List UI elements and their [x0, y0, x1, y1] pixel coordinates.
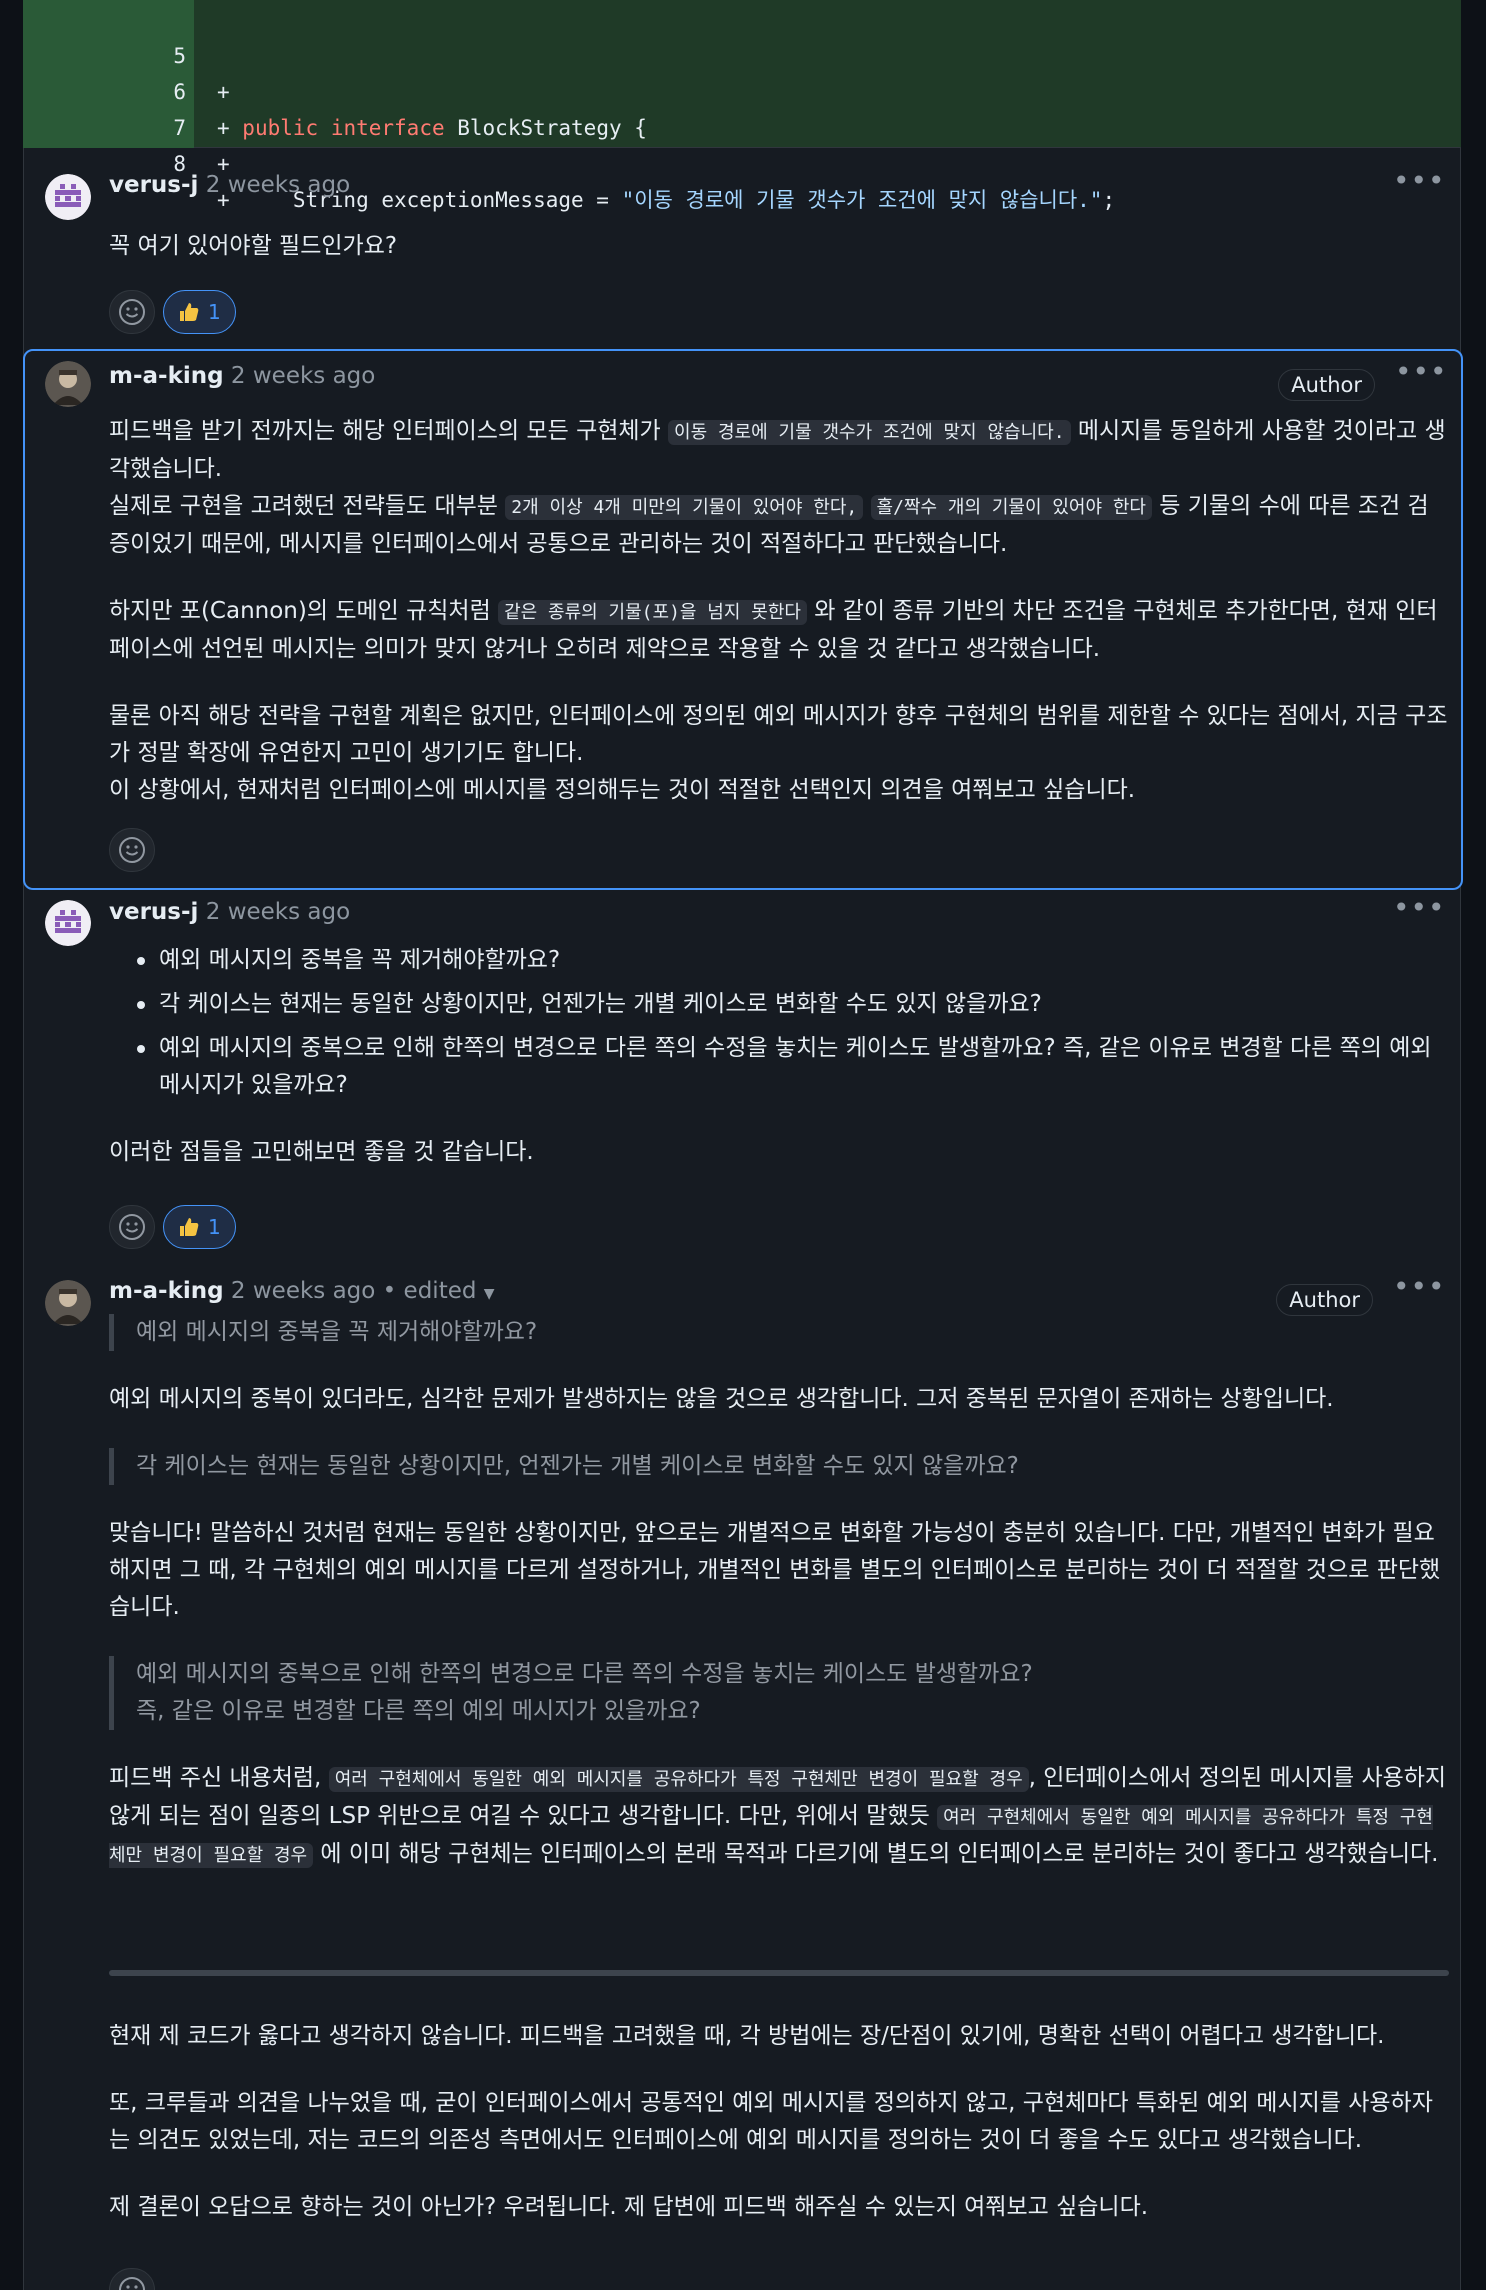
- comment-body: 꼭 여기 있어야할 필드인가요?: [109, 233, 398, 259]
- inline-code: 여러 구현체에서 동일한 예외 메시지를 공유하다가 특정 구현체만 변경이 필…: [328, 1767, 1029, 1792]
- review-comment: m-a-king 2 weeks ago • edited ▼ Author •…: [23, 1262, 1461, 2290]
- smiley-icon: [119, 299, 145, 325]
- author-link[interactable]: m-a-king: [109, 363, 224, 389]
- avatar[interactable]: [45, 361, 91, 407]
- add-reaction-button[interactable]: [109, 828, 155, 872]
- more-options-icon[interactable]: •••: [1395, 358, 1447, 391]
- diff-line: 5 +: [23, 2, 1461, 104]
- comment-body-continued: 현재 제 코드가 옳다고 생각하지 않습니다. 피드백을 고려했을 때, 각 방…: [109, 2018, 1449, 2226]
- list-item: 각 케이스는 현재는 동일한 상황이지만, 언젠가는 개별 케이스로 변화할 수…: [109, 986, 1449, 1023]
- diff-line: 7 +: [23, 74, 1461, 176]
- comment-header: verus-j 2 weeks ago: [109, 897, 350, 927]
- author-link[interactable]: verus-j: [109, 899, 198, 925]
- edited-history-dropdown[interactable]: • edited ▼: [383, 1278, 495, 1304]
- paragraph: 또, 크루들과 의견을 나누었을 때, 굳이 인터페이스에서 공통적인 예외 메…: [109, 2090, 1433, 2153]
- reactions: 1: [109, 1205, 236, 1249]
- comment-body: 피드백을 받기 전까지는 해당 인터페이스의 모든 구현체가 이동 경로에 기물…: [109, 413, 1449, 809]
- review-comment: verus-j 2 weeks ago ••• 예외 메시지의 중복을 꼭 제거…: [23, 890, 1461, 1260]
- horizontal-rule: [109, 1970, 1449, 1976]
- author-link[interactable]: m-a-king: [109, 1278, 224, 1304]
- timestamp[interactable]: 2 weeks ago: [206, 172, 350, 198]
- reaction-count: 1: [208, 1215, 221, 1239]
- thumbs-up-icon: [180, 1218, 199, 1236]
- bullet-list: 예외 메시지의 중복을 꼭 제거해야할까요? 각 케이스는 현재는 동일한 상황…: [109, 942, 1449, 1104]
- inline-code: 2개 이상 4개 미만의 기물이 있어야 한다,: [505, 495, 864, 520]
- thumbs-up-reaction[interactable]: 1: [163, 290, 236, 334]
- reaction-count: 1: [208, 300, 221, 324]
- smiley-icon: [119, 837, 145, 863]
- paragraph: 이러한 점들을 고민해보면 좋을 것 같습니다.: [109, 1139, 534, 1165]
- reactions: [109, 2268, 155, 2290]
- inline-code: 같은 종류의 기물(포)을 넘지 못한다: [498, 600, 807, 625]
- inline-code: 이동 경로에 기물 갯수가 조건에 맞지 않습니다.: [668, 420, 1071, 445]
- paragraph: 예외 메시지의 중복이 있더라도, 심각한 문제가 발생하지는 않을 것으로 생…: [109, 1386, 1334, 1412]
- author-badge: Author: [1276, 1284, 1373, 1316]
- blockquote: 각 케이스는 현재는 동일한 상황이지만, 언젠가는 개별 케이스로 변화할 수…: [109, 1448, 1449, 1485]
- list-item: 예외 메시지의 중복으로 인해 한쪽의 변경으로 다른 쪽의 수정을 놓치는 케…: [109, 1030, 1449, 1104]
- blockquote: 예외 메시지의 중복으로 인해 한쪽의 변경으로 다른 쪽의 수정을 놓치는 케…: [109, 1656, 1449, 1730]
- add-reaction-button[interactable]: [109, 2268, 155, 2290]
- paragraph: 피드백 주신 내용처럼, 여러 구현체에서 동일한 예외 메시지를 공유하다가 …: [109, 1765, 1447, 1868]
- comment-header: verus-j 2 weeks ago: [109, 170, 350, 200]
- photo-avatar-icon: [45, 1280, 91, 1326]
- more-options-icon[interactable]: •••: [1393, 167, 1445, 200]
- comment-body: 예외 메시지의 중복을 꼭 제거해야할까요? 각 케이스는 현재는 동일한 상황…: [109, 942, 1449, 1171]
- diff-line: 6 + public interface BlockStrategy {: [23, 38, 1461, 140]
- diff-hunk: 5 + 6 + public interface BlockStrategy {…: [23, 0, 1461, 212]
- avatar[interactable]: [45, 1280, 91, 1326]
- avatar[interactable]: [45, 174, 91, 220]
- author-badge: Author: [1278, 369, 1375, 401]
- paragraph: 하지만 포(Cannon)의 도메인 규칙처럼 같은 종류의 기물(포)을 넘지…: [109, 598, 1438, 662]
- list-item: 예외 메시지의 중복을 꼭 제거해야할까요?: [109, 942, 1449, 979]
- diff-line: 8 + String exceptionMessage = "이동 경로에 기물…: [23, 110, 1461, 212]
- comment-header: m-a-king 2 weeks ago • edited ▼: [109, 1276, 495, 1306]
- paragraph: 피드백을 받기 전까지는 해당 인터페이스의 모든 구현체가 이동 경로에 기물…: [109, 418, 1446, 482]
- more-options-icon[interactable]: •••: [1393, 894, 1445, 927]
- timestamp[interactable]: 2 weeks ago: [206, 899, 350, 925]
- timestamp[interactable]: 2 weeks ago: [231, 363, 375, 389]
- review-comment-highlighted: m-a-king 2 weeks ago Author ••• 피드백을 받기 …: [23, 349, 1463, 890]
- author-link[interactable]: verus-j: [109, 172, 198, 198]
- inline-code: 홀/짝수 개의 기물이 있어야 한다: [870, 495, 1152, 520]
- photo-avatar-icon: [45, 361, 91, 407]
- add-reaction-button[interactable]: [109, 1205, 155, 1249]
- thumbs-up-icon: [180, 303, 199, 321]
- paragraph: 물론 아직 해당 전략을 구현할 계획은 없지만, 인터페이스에 정의된 예외 …: [109, 703, 1448, 766]
- pr-review-thread: 5 + 6 + public interface BlockStrategy {…: [0, 0, 1486, 2290]
- paragraph: 제 결론이 오답으로 향하는 것이 아닌가? 우려됩니다. 제 답변에 피드백 …: [109, 2194, 1149, 2220]
- paragraph: 맞습니다! 말씀하신 것처럼 현재는 동일한 상황이지만, 앞으로는 개별적으로…: [109, 1520, 1441, 1620]
- more-options-icon[interactable]: •••: [1393, 1273, 1445, 1306]
- paragraph: 현재 제 코드가 옳다고 생각하지 않습니다. 피드백을 고려했을 때, 각 방…: [109, 2023, 1385, 2049]
- review-comment: verus-j 2 weeks ago ••• 꼭 여기 있어야할 필드인가요?…: [23, 150, 1461, 350]
- identicon-avatar-icon: [45, 174, 91, 220]
- add-reaction-button[interactable]: [109, 290, 155, 334]
- avatar[interactable]: [45, 900, 91, 946]
- comment-body: 예외 메시지의 중복을 꼭 제거해야할까요? 예외 메시지의 중복이 있더라도,…: [109, 1314, 1449, 1874]
- thumbs-up-reaction[interactable]: 1: [163, 1205, 236, 1249]
- paragraph: 이 상황에서, 현재처럼 인터페이스에 메시지를 정의해두는 것이 적절한 선택…: [109, 777, 1136, 803]
- reactions: 1: [109, 290, 236, 334]
- reactions: [109, 828, 155, 872]
- paragraph: 실제로 구현을 고려했던 전략들도 대부분 2개 이상 4개 미만의 기물이 있…: [109, 493, 1429, 557]
- smiley-icon: [119, 2277, 145, 2290]
- comment-header: m-a-king 2 weeks ago: [109, 361, 375, 391]
- blockquote: 예외 메시지의 중복을 꼭 제거해야할까요?: [109, 1314, 1449, 1351]
- identicon-avatar-icon: [45, 900, 91, 946]
- timestamp[interactable]: 2 weeks ago: [231, 1278, 375, 1304]
- caret-down-icon: ▼: [483, 1286, 495, 1302]
- smiley-icon: [119, 1214, 145, 1240]
